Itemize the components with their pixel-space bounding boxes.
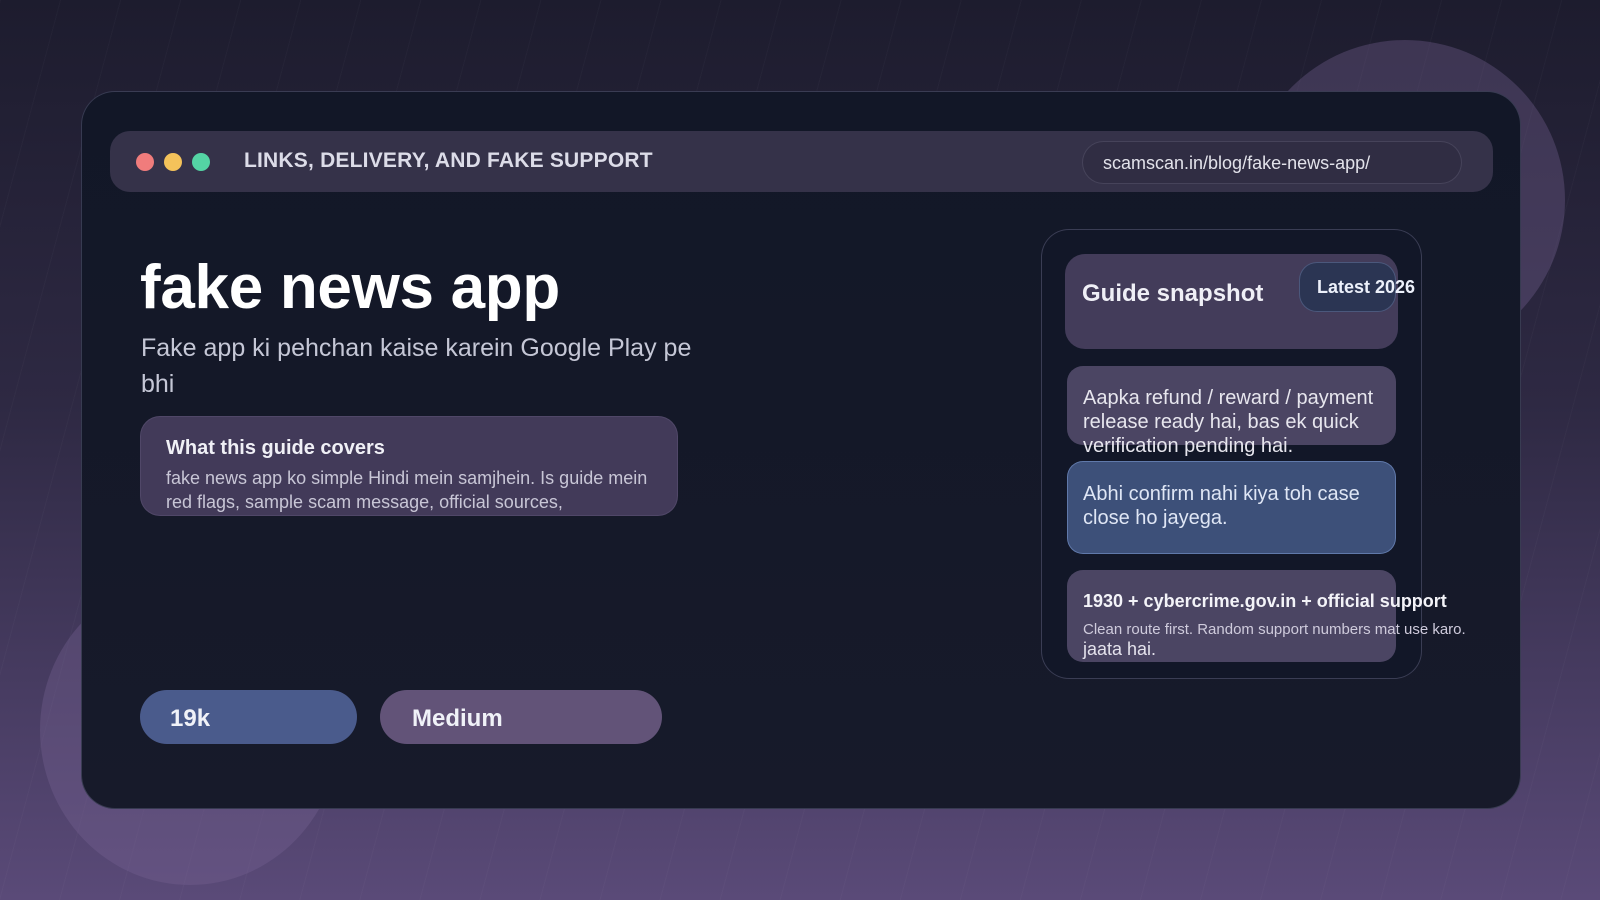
official-support-extra: jaata hai.: [1083, 639, 1157, 659]
guide-snapshot-panel: Guide snapshot Latest 2026 Aapka refund …: [1041, 229, 1466, 679]
page-title: fake news app: [140, 253, 560, 322]
window-title: LINKS, DELIVERY, AND FAKE SUPPORT: [244, 149, 653, 172]
snapshot-header-card: Guide snapshot Latest 2026: [1065, 254, 1415, 349]
official-support-card: 1930 + cybercrime.gov.in + official supp…: [1067, 570, 1466, 662]
sample-scam-message: Aapka refund / reward / payment release …: [1067, 366, 1396, 457]
minimize-window-dot[interactable]: [164, 153, 182, 171]
difficulty-level-pill: Medium: [380, 690, 662, 744]
guide-covers-card: What this guide covers fake news app ko …: [140, 416, 678, 516]
urgency-warning-message: Abhi confirm nahi kiya toh case close ho…: [1067, 461, 1396, 554]
guide-covers-heading: What this guide covers: [166, 437, 385, 459]
official-support-title: 1930 + cybercrime.gov.in + official supp…: [1083, 591, 1447, 611]
close-window-dot[interactable]: [136, 153, 154, 171]
views-count-pill: 19k: [140, 690, 357, 744]
title-bar: LINKS, DELIVERY, AND FAKE SUPPORT scamsc…: [110, 131, 1493, 192]
official-support-text: Clean route first. Random support number…: [1083, 621, 1466, 638]
url-bar[interactable]: scamscan.in/blog/fake-news-app/: [1082, 141, 1462, 184]
page-subtitle: Fake app ki pehchan kaise karein Google …: [141, 334, 692, 398]
maximize-window-dot[interactable]: [192, 153, 210, 171]
guide-covers-text: fake news app ko simple Hindi mein samjh…: [166, 468, 648, 512]
snapshot-title: Guide snapshot: [1082, 280, 1264, 307]
latest-badge: Latest 2026: [1299, 262, 1415, 312]
browser-window: LINKS, DELIVERY, AND FAKE SUPPORT scamsc…: [81, 91, 1521, 809]
